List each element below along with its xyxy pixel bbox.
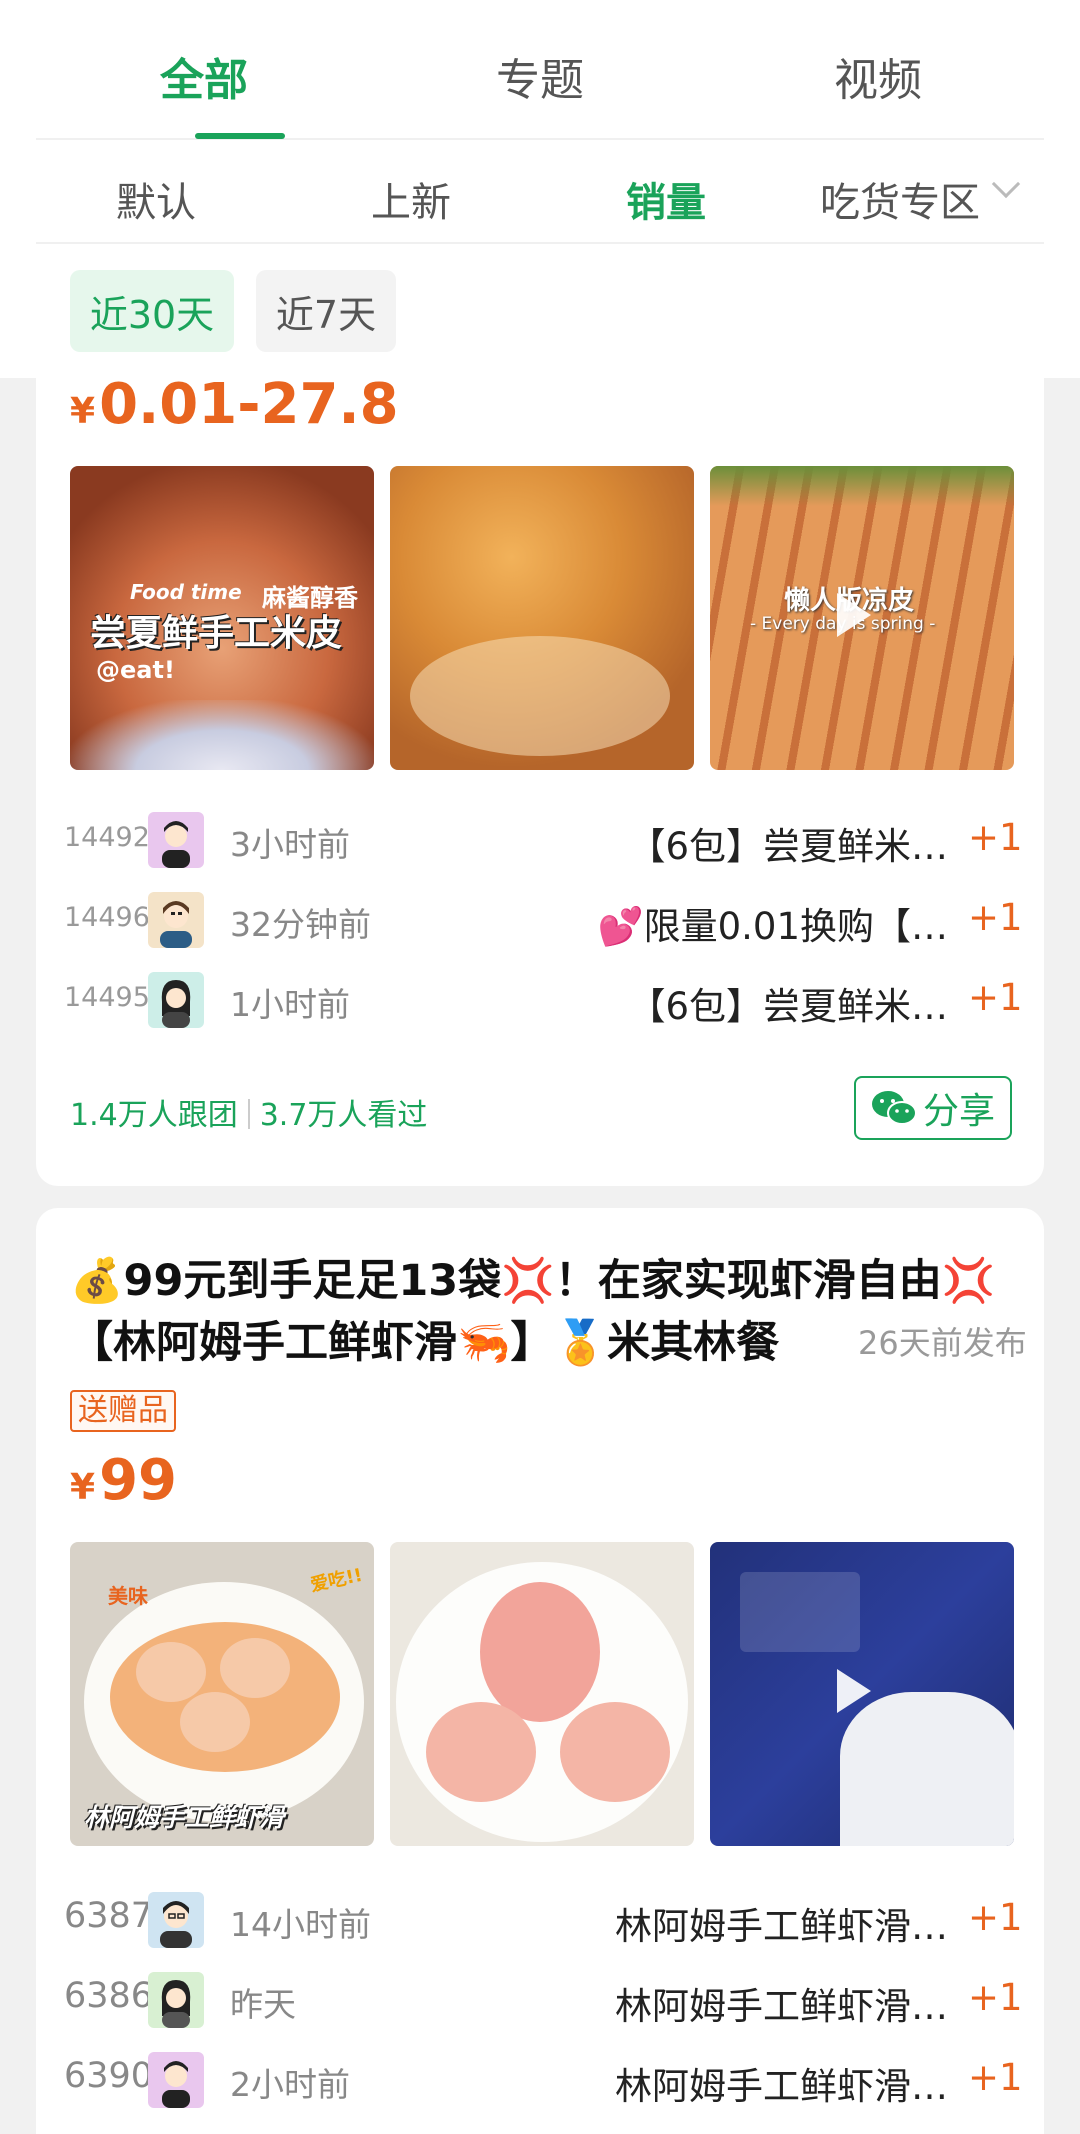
sort-default[interactable]: 默认 — [116, 170, 196, 228]
avatar — [148, 2052, 204, 2108]
follow-count: 1.4万人跟团 — [70, 1098, 238, 1133]
video-thumbnail[interactable] — [710, 1542, 1014, 1846]
group-card[interactable]: 💰99元到手足足13袋💢！在家实现虾滑自由💢【林阿姆手工鲜虾滑🦐】🏅米其林餐 2… — [36, 1208, 1044, 2134]
avatar — [148, 972, 204, 1028]
sort-bar: 默认 上新 销量 吃货专区 — [36, 140, 1044, 244]
order-quantity: +1 — [968, 816, 1023, 859]
order-time: 1小时前 — [230, 985, 350, 1024]
order-time: 32分钟前 — [230, 905, 371, 944]
price: ¥99 — [70, 1448, 177, 1513]
order-time: 昨天 — [230, 1985, 296, 2024]
range-30-days[interactable]: 近30天 — [70, 270, 234, 352]
price: ¥0.01-27.8 — [70, 372, 399, 437]
sort-new[interactable]: 上新 — [371, 170, 451, 228]
order-row[interactable]: 14492 3小时前 【6包】尝夏鲜米… +1 — [36, 808, 1044, 878]
order-row[interactable]: 6387 14小时前 林阿姆手工鲜虾滑… +1 — [36, 1888, 1044, 1958]
main-tabs: 全部 专题 视频 — [36, 0, 1044, 140]
order-number: 14495 — [64, 982, 150, 1013]
play-icon[interactable] — [837, 1669, 871, 1713]
order-number: 14492 — [64, 822, 150, 853]
order-quantity: +1 — [968, 896, 1023, 939]
order-number: 6390 — [64, 2056, 154, 2096]
gift-badge: 送赠品 — [70, 1390, 176, 1432]
price-value: 0.01-27.8 — [99, 372, 399, 437]
range-7-days[interactable]: 近7天 — [256, 270, 396, 352]
product-photo[interactable] — [390, 466, 694, 770]
avatar — [148, 892, 204, 948]
product-photo[interactable] — [390, 1542, 694, 1846]
share-button[interactable]: 分享 — [854, 1076, 1012, 1140]
order-quantity: +1 — [968, 976, 1023, 1019]
price-value: 99 — [99, 1448, 177, 1513]
video-thumbnail[interactable]: 懒人版凉皮 - Every day is spring - — [710, 466, 1014, 770]
play-icon[interactable] — [837, 593, 871, 637]
order-quantity: +1 — [968, 2056, 1023, 2099]
avatar — [148, 1892, 204, 1948]
order-row[interactable]: 6390 2小时前 林阿姆手工鲜虾滑… +1 — [36, 2048, 1044, 2118]
wechat-icon — [871, 1091, 917, 1125]
header: 全部 专题 视频 默认 上新 销量 吃货专区 近30天 近7天 — [0, 0, 1080, 378]
currency-symbol: ¥ — [70, 391, 96, 432]
avatar — [148, 1972, 204, 2028]
order-item-title: 林阿姆手工鲜虾滑… — [615, 1905, 948, 1948]
photo-tag: 爱吃!! — [308, 1564, 365, 1597]
tab-topic[interactable]: 专题 — [496, 44, 584, 108]
order-quantity: +1 — [968, 1896, 1023, 1939]
order-row[interactable]: 14495 1小时前 【6包】尝夏鲜米… +1 — [36, 968, 1044, 1038]
sort-sales[interactable]: 销量 — [626, 170, 706, 228]
divider — [247, 1099, 250, 1129]
group-card[interactable]: ¥0.01-27.8 Food time 麻酱醇香 尝夏鲜手工米皮 @eat! … — [36, 330, 1044, 1186]
photo-sub-caption: Food time — [130, 580, 242, 604]
order-number: 6387 — [64, 1896, 154, 1936]
order-number: 6386 — [64, 1976, 154, 2016]
order-number: 14496 — [64, 902, 150, 933]
order-item-title: 【6包】尝夏鲜米… — [628, 825, 948, 868]
tab-all[interactable]: 全部 — [160, 44, 248, 108]
order-item-title: 林阿姆手工鲜虾滑… — [615, 2065, 948, 2108]
photo-caption: 林阿姆手工鲜虾滑 — [84, 1803, 285, 1832]
photo-handle: @eat! — [96, 656, 175, 684]
order-item-title: 💕限量0.01换购【… — [597, 905, 948, 948]
order-row[interactable]: 14496 32分钟前 💕限量0.01换购【… +1 — [36, 888, 1044, 958]
order-row[interactable]: 6386 昨天 林阿姆手工鲜虾滑… +1 — [36, 1968, 1044, 2038]
photo-tag: 美味 — [108, 1584, 148, 1608]
order-item-title: 林阿姆手工鲜虾滑… — [615, 1985, 948, 2028]
group-stats: 1.4万人跟团 3.7万人看过 — [70, 1090, 427, 1134]
order-time: 14小时前 — [230, 1905, 371, 1944]
sort-zone[interactable]: 吃货专区 — [820, 170, 980, 228]
order-item-title: 【6包】尝夏鲜米… — [628, 985, 948, 1028]
order-time: 3小时前 — [230, 825, 350, 864]
tab-video[interactable]: 视频 — [834, 44, 922, 108]
view-count: 3.7万人看过 — [259, 1098, 428, 1133]
publish-time: 26天前发布 — [836, 1318, 1027, 1364]
order-time: 2小时前 — [230, 2065, 350, 2104]
order-quantity: +1 — [968, 1976, 1023, 2019]
photo-caption: 尝夏鲜手工米皮 — [90, 613, 343, 654]
product-photo[interactable]: 美味 爱吃!! 林阿姆手工鲜虾滑 — [70, 1542, 374, 1846]
avatar — [148, 812, 204, 868]
product-photo[interactable]: Food time 麻酱醇香 尝夏鲜手工米皮 @eat! — [70, 466, 374, 770]
share-label: 分享 — [922, 1091, 995, 1132]
active-tab-indicator — [195, 133, 285, 139]
currency-symbol: ¥ — [70, 1467, 96, 1508]
